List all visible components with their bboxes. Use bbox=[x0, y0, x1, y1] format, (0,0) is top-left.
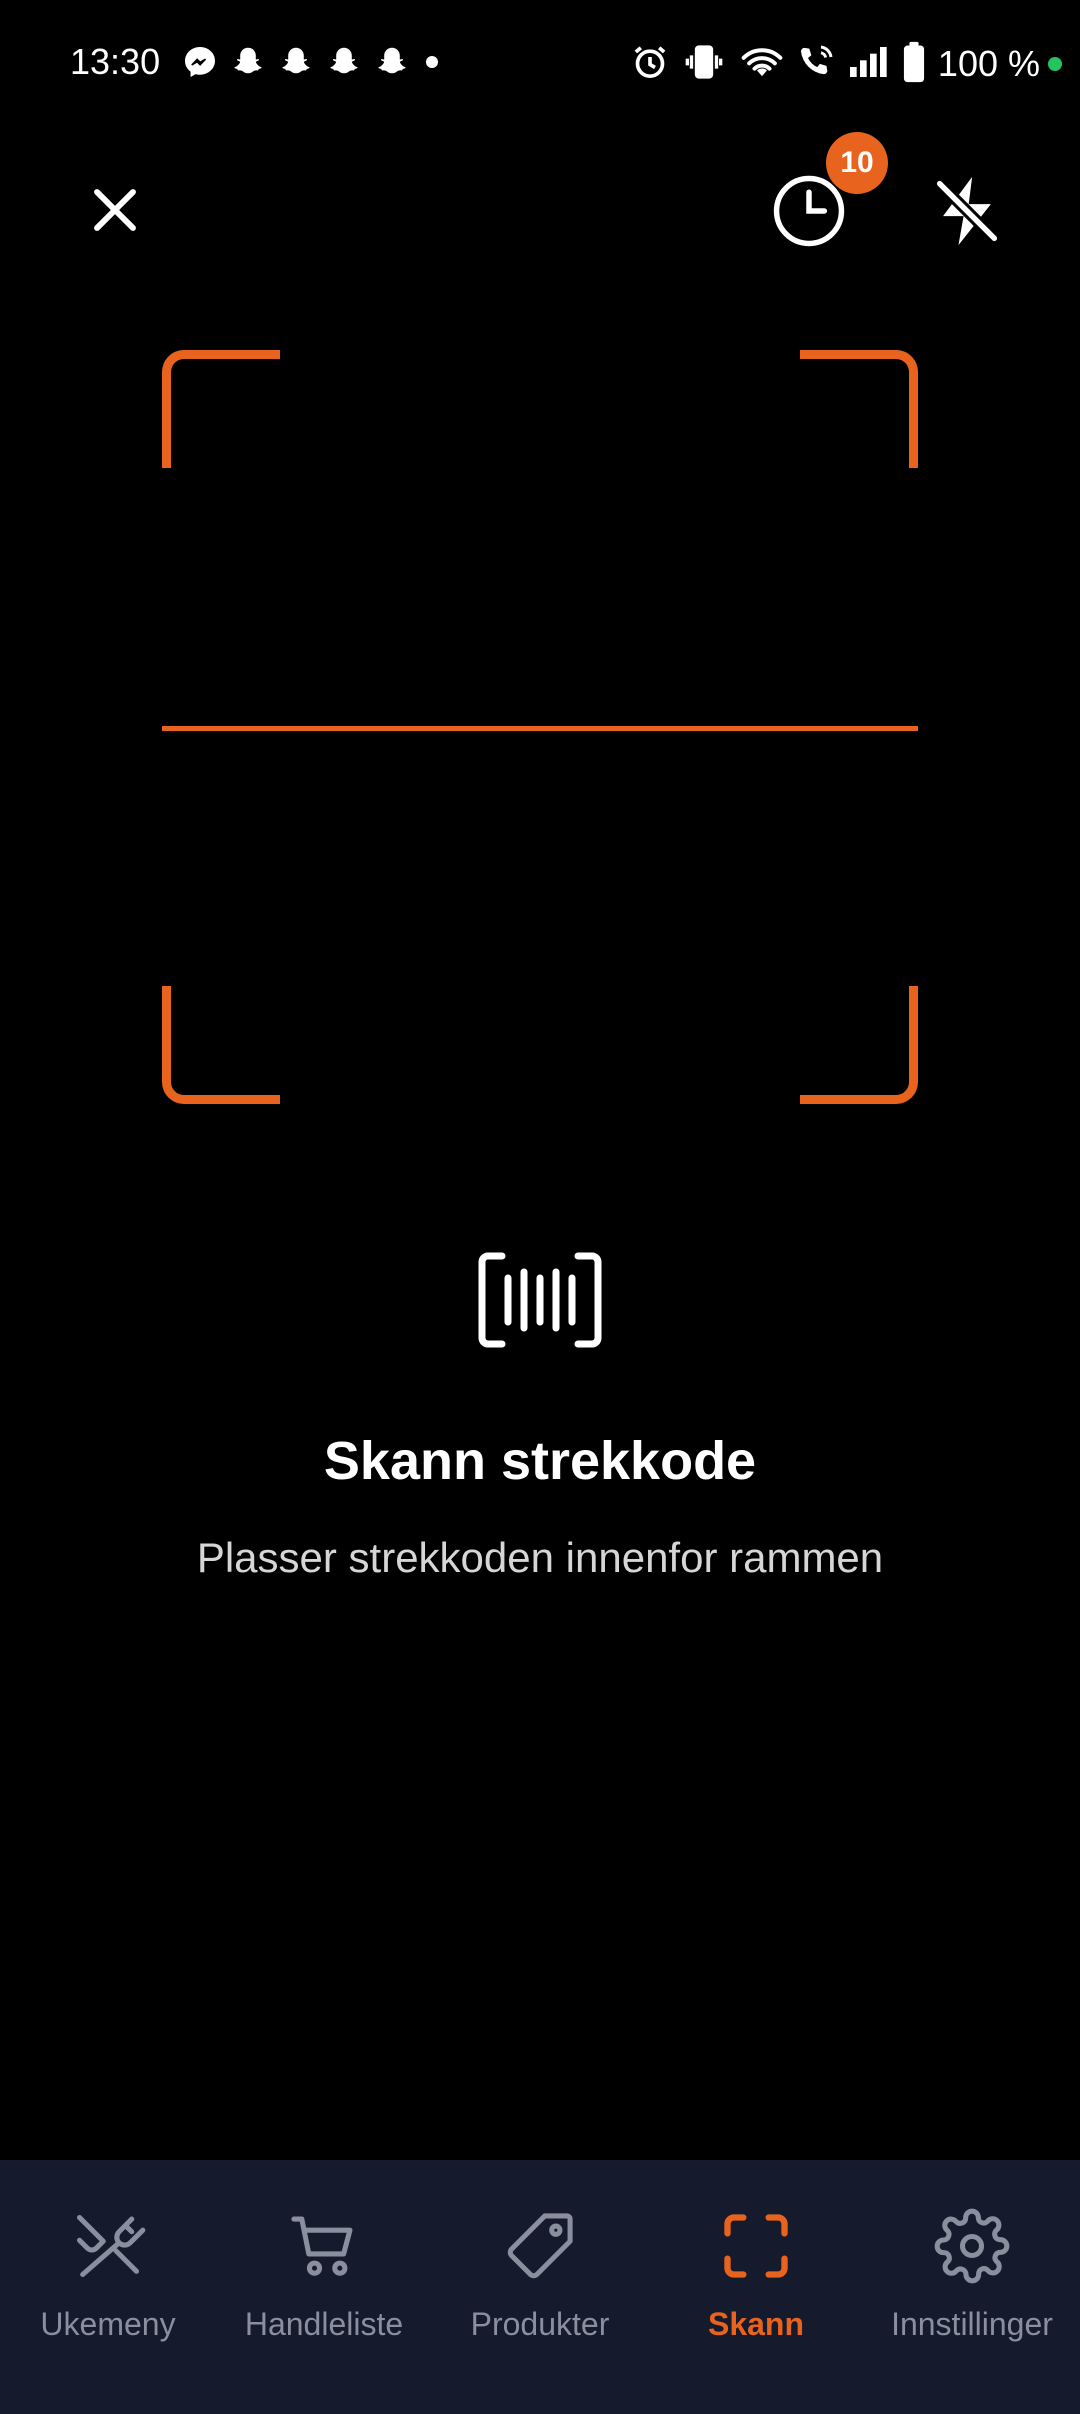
barcode-icon bbox=[478, 1250, 602, 1350]
more-dot-icon bbox=[422, 44, 442, 85]
battery-icon bbox=[900, 40, 928, 89]
notification-icons bbox=[182, 44, 442, 84]
battery-percentage: 100 % bbox=[937, 43, 1040, 84]
system-status-icons: 100 % bbox=[630, 36, 1080, 92]
wifi-calling-icon bbox=[794, 42, 838, 87]
scan-frame-corner-bottom-left bbox=[162, 986, 280, 1104]
scan-frame bbox=[162, 350, 918, 1104]
messenger-icon bbox=[182, 44, 218, 85]
snapchat-icon bbox=[278, 44, 314, 85]
gear-icon bbox=[934, 2208, 1010, 2284]
scan-line bbox=[162, 726, 918, 731]
scan-subtitle: Plasser strekkoden innenfor rammen bbox=[196, 1534, 884, 1581]
snapchat-icon bbox=[230, 44, 266, 85]
signal-icon bbox=[846, 42, 894, 87]
cutlery-icon bbox=[70, 2208, 146, 2284]
nav-item-ukemeny[interactable]: Ukemeny bbox=[0, 2160, 216, 2414]
scan-frame-corner-bottom-right bbox=[800, 986, 918, 1104]
alarm-icon bbox=[630, 42, 670, 87]
wifi-icon bbox=[738, 42, 786, 87]
close-icon bbox=[94, 189, 136, 231]
history-count-badge: 10 bbox=[826, 132, 888, 194]
privacy-indicator-dot bbox=[1048, 57, 1062, 71]
nav-item-produkter[interactable]: Produkter bbox=[432, 2160, 648, 2414]
scan-icon bbox=[718, 2208, 794, 2284]
nav-label-ukemeny: Ukemeny bbox=[40, 2306, 176, 2342]
nav-label-innstillinger: Innstillinger bbox=[891, 2306, 1053, 2342]
close-button[interactable] bbox=[80, 175, 150, 245]
nav-label-produkter: Produkter bbox=[470, 2306, 610, 2342]
bottom-navigation: Ukemeny Handleliste Produkter Skann Inns… bbox=[0, 2160, 1080, 2414]
snapchat-icon bbox=[326, 44, 362, 85]
nav-item-skann[interactable]: Skann bbox=[648, 2160, 864, 2414]
status-time: 13:30 bbox=[70, 41, 161, 82]
scan-frame-corner-top-left bbox=[162, 350, 280, 468]
nav-label-skann: Skann bbox=[707, 2306, 805, 2342]
scan-title: Skann strekkode bbox=[323, 1431, 757, 1491]
nav-item-handleliste[interactable]: Handleliste bbox=[216, 2160, 432, 2414]
nav-label-handleliste: Handleliste bbox=[244, 2306, 404, 2342]
snapchat-icon bbox=[374, 44, 410, 85]
flash-off-icon bbox=[933, 176, 1001, 246]
vibrate-icon bbox=[684, 42, 724, 87]
cart-icon bbox=[286, 2208, 362, 2284]
flash-toggle-button[interactable] bbox=[926, 170, 1008, 252]
nav-item-innstillinger[interactable]: Innstillinger bbox=[864, 2160, 1080, 2414]
tag-icon bbox=[502, 2208, 578, 2284]
status-bar: 13:30 100 % bbox=[0, 0, 1080, 128]
scan-frame-corner-top-right bbox=[800, 350, 918, 468]
